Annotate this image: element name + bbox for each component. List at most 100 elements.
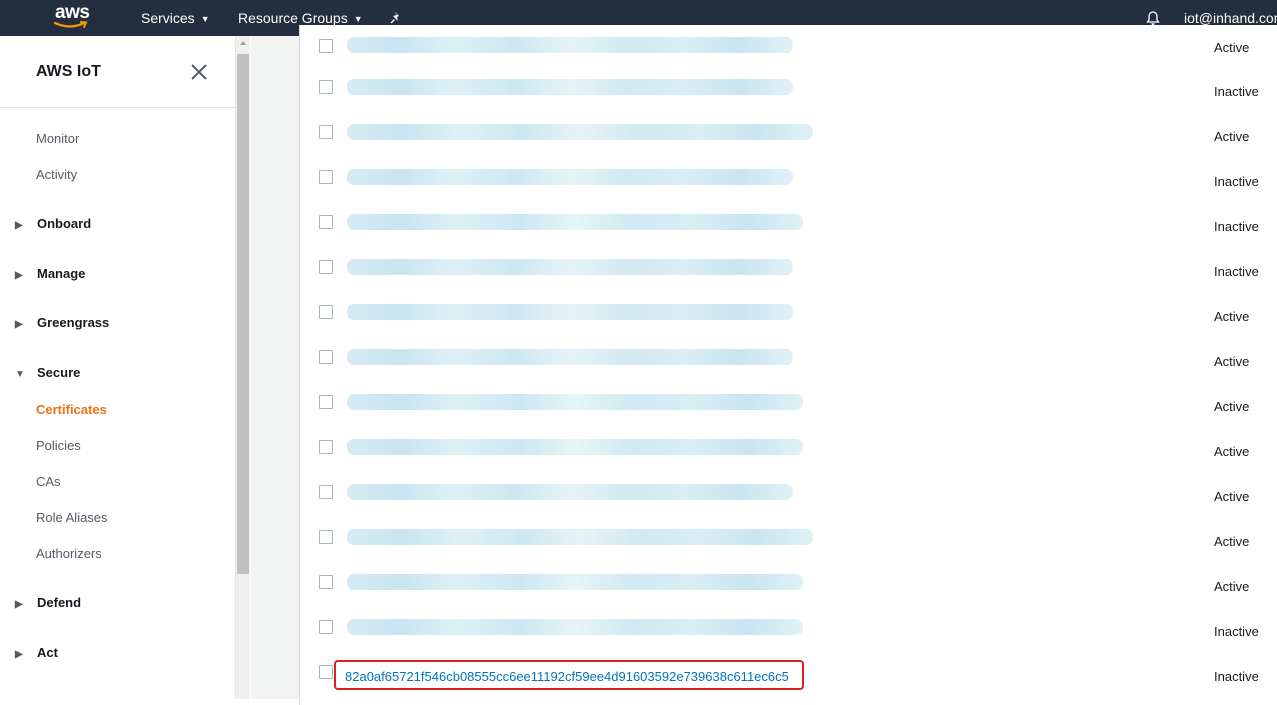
row-checkbox[interactable] [319, 39, 333, 53]
table-row[interactable]: Active [300, 475, 1277, 521]
certificate-id-redacted [347, 619, 803, 635]
sidebar-item-monitor[interactable]: Monitor [36, 131, 79, 146]
certificate-id-redacted [347, 349, 793, 365]
caret-right-icon: ▶ [15, 319, 23, 330]
status-label: Inactive [1214, 264, 1259, 279]
status-label: Inactive [1214, 219, 1259, 234]
highlight-box [334, 660, 804, 690]
services-label: Services [141, 10, 195, 26]
sidebar: AWS IoT Monitor Activity ▶ Onboard ▶ Manag… [0, 36, 236, 699]
sidebar-header: AWS IoT [0, 36, 235, 108]
status-label: Active [1214, 40, 1250, 55]
status-label: Inactive [1214, 669, 1259, 684]
sidebar-scrollbar-thumb[interactable] [237, 54, 249, 574]
table-row[interactable]: Inactive [300, 610, 1277, 656]
status-label: Active [1214, 354, 1250, 369]
row-checkbox[interactable] [319, 440, 333, 454]
row-checkbox[interactable] [319, 620, 333, 634]
table-row[interactable]: Active [300, 25, 1277, 71]
caret-right-icon: ▶ [15, 599, 23, 610]
sidebar-item-role-aliases[interactable]: Role Aliases [36, 510, 108, 525]
status-label: Inactive [1214, 624, 1259, 639]
pin-icon[interactable] [388, 10, 404, 26]
certificate-id-redacted [347, 529, 813, 545]
sidebar-item-certificates[interactable]: Certificates [36, 402, 107, 417]
status-label: Inactive [1214, 84, 1259, 99]
row-checkbox[interactable] [319, 395, 333, 409]
row-checkbox[interactable] [319, 485, 333, 499]
sidebar-group-label: Defend [37, 595, 82, 610]
chevron-down-icon: ▼ [353, 14, 363, 24]
status-label: Active [1214, 129, 1250, 144]
table-row[interactable]: Inactive [300, 205, 1277, 251]
certificate-id-redacted [347, 394, 803, 410]
row-checkbox[interactable] [319, 170, 333, 184]
caret-right-icon: ▶ [15, 220, 23, 231]
status-label: Active [1214, 579, 1250, 594]
caret-right-icon: ▶ [15, 649, 23, 660]
status-label: Active [1214, 399, 1250, 414]
row-checkbox[interactable] [319, 305, 333, 319]
sidebar-item-policies[interactable]: Policies [36, 438, 81, 453]
certificate-id-redacted [347, 484, 793, 500]
services-menu[interactable]: Services ▼ [141, 0, 210, 36]
row-checkbox[interactable] [319, 215, 333, 229]
sidebar-group-greengrass[interactable]: ▶ Greengrass [15, 315, 109, 330]
bell-icon[interactable] [1145, 10, 1161, 26]
sidebar-group-defend[interactable]: ▶ Defend [15, 595, 81, 610]
sidebar-group-label: Greengrass [37, 315, 110, 330]
table-row[interactable]: Active [300, 520, 1277, 566]
caret-down-icon: ▼ [15, 369, 25, 380]
certificate-id-redacted [347, 574, 803, 590]
sidebar-group-manage[interactable]: ▶ Manage [15, 266, 85, 281]
table-row[interactable]: Active [300, 385, 1277, 431]
row-checkbox[interactable] [319, 350, 333, 364]
row-checkbox[interactable] [319, 665, 333, 679]
table-row[interactable]: Active [300, 430, 1277, 476]
status-label: Active [1214, 489, 1250, 504]
sidebar-group-label: Secure [37, 365, 81, 380]
caret-right-icon: ▶ [15, 270, 23, 281]
table-row[interactable]: Inactive [300, 250, 1277, 296]
certificate-id-redacted [347, 37, 793, 53]
sidebar-item-activity[interactable]: Activity [36, 167, 77, 182]
status-label: Active [1214, 309, 1250, 324]
sidebar-item-authorizers[interactable]: Authorizers [36, 546, 102, 561]
sidebar-group-label: Onboard [37, 216, 92, 231]
sidebar-group-secure[interactable]: ▼ Secure [15, 365, 80, 380]
scroll-up-arrow-icon[interactable] [240, 41, 246, 45]
table-row[interactable]: Active [300, 295, 1277, 341]
table-row[interactable]: Inactive [300, 160, 1277, 206]
account-label: iot@inhand.com [1184, 10, 1277, 26]
table-row[interactable]: Active [300, 565, 1277, 611]
row-checkbox[interactable] [319, 260, 333, 274]
certificate-id-redacted [347, 124, 813, 140]
sidebar-item-cas[interactable]: CAs [36, 474, 61, 489]
status-label: Active [1214, 444, 1250, 459]
certificate-id-redacted [347, 304, 793, 320]
sidebar-group-label: Manage [37, 266, 86, 281]
table-row[interactable]: Active [300, 115, 1277, 161]
chevron-down-icon: ▼ [200, 14, 210, 24]
row-checkbox[interactable] [319, 80, 333, 94]
certificate-id-redacted [347, 439, 803, 455]
certificate-id-redacted [347, 79, 793, 95]
sidebar-group-act[interactable]: ▶ Act [15, 645, 58, 660]
resource-groups-label: Resource Groups [238, 10, 348, 26]
table-row[interactable]: Inactive [300, 70, 1277, 116]
certificate-id-redacted [347, 169, 793, 185]
close-icon[interactable] [190, 63, 208, 81]
table-row[interactable]: Active [300, 340, 1277, 386]
status-label: Active [1214, 534, 1250, 549]
sidebar-group-label: Act [37, 645, 58, 660]
aws-smile-icon [54, 21, 88, 28]
certificate-id-redacted [347, 259, 793, 275]
row-checkbox[interactable] [319, 530, 333, 544]
row-checkbox[interactable] [319, 125, 333, 139]
certificate-id-redacted [347, 214, 803, 230]
row-checkbox[interactable] [319, 575, 333, 589]
sidebar-group-onboard[interactable]: ▶ Onboard [15, 216, 91, 231]
status-label: Inactive [1214, 174, 1259, 189]
aws-logo[interactable]: aws [54, 2, 94, 34]
sidebar-title: AWS IoT [36, 63, 101, 80]
